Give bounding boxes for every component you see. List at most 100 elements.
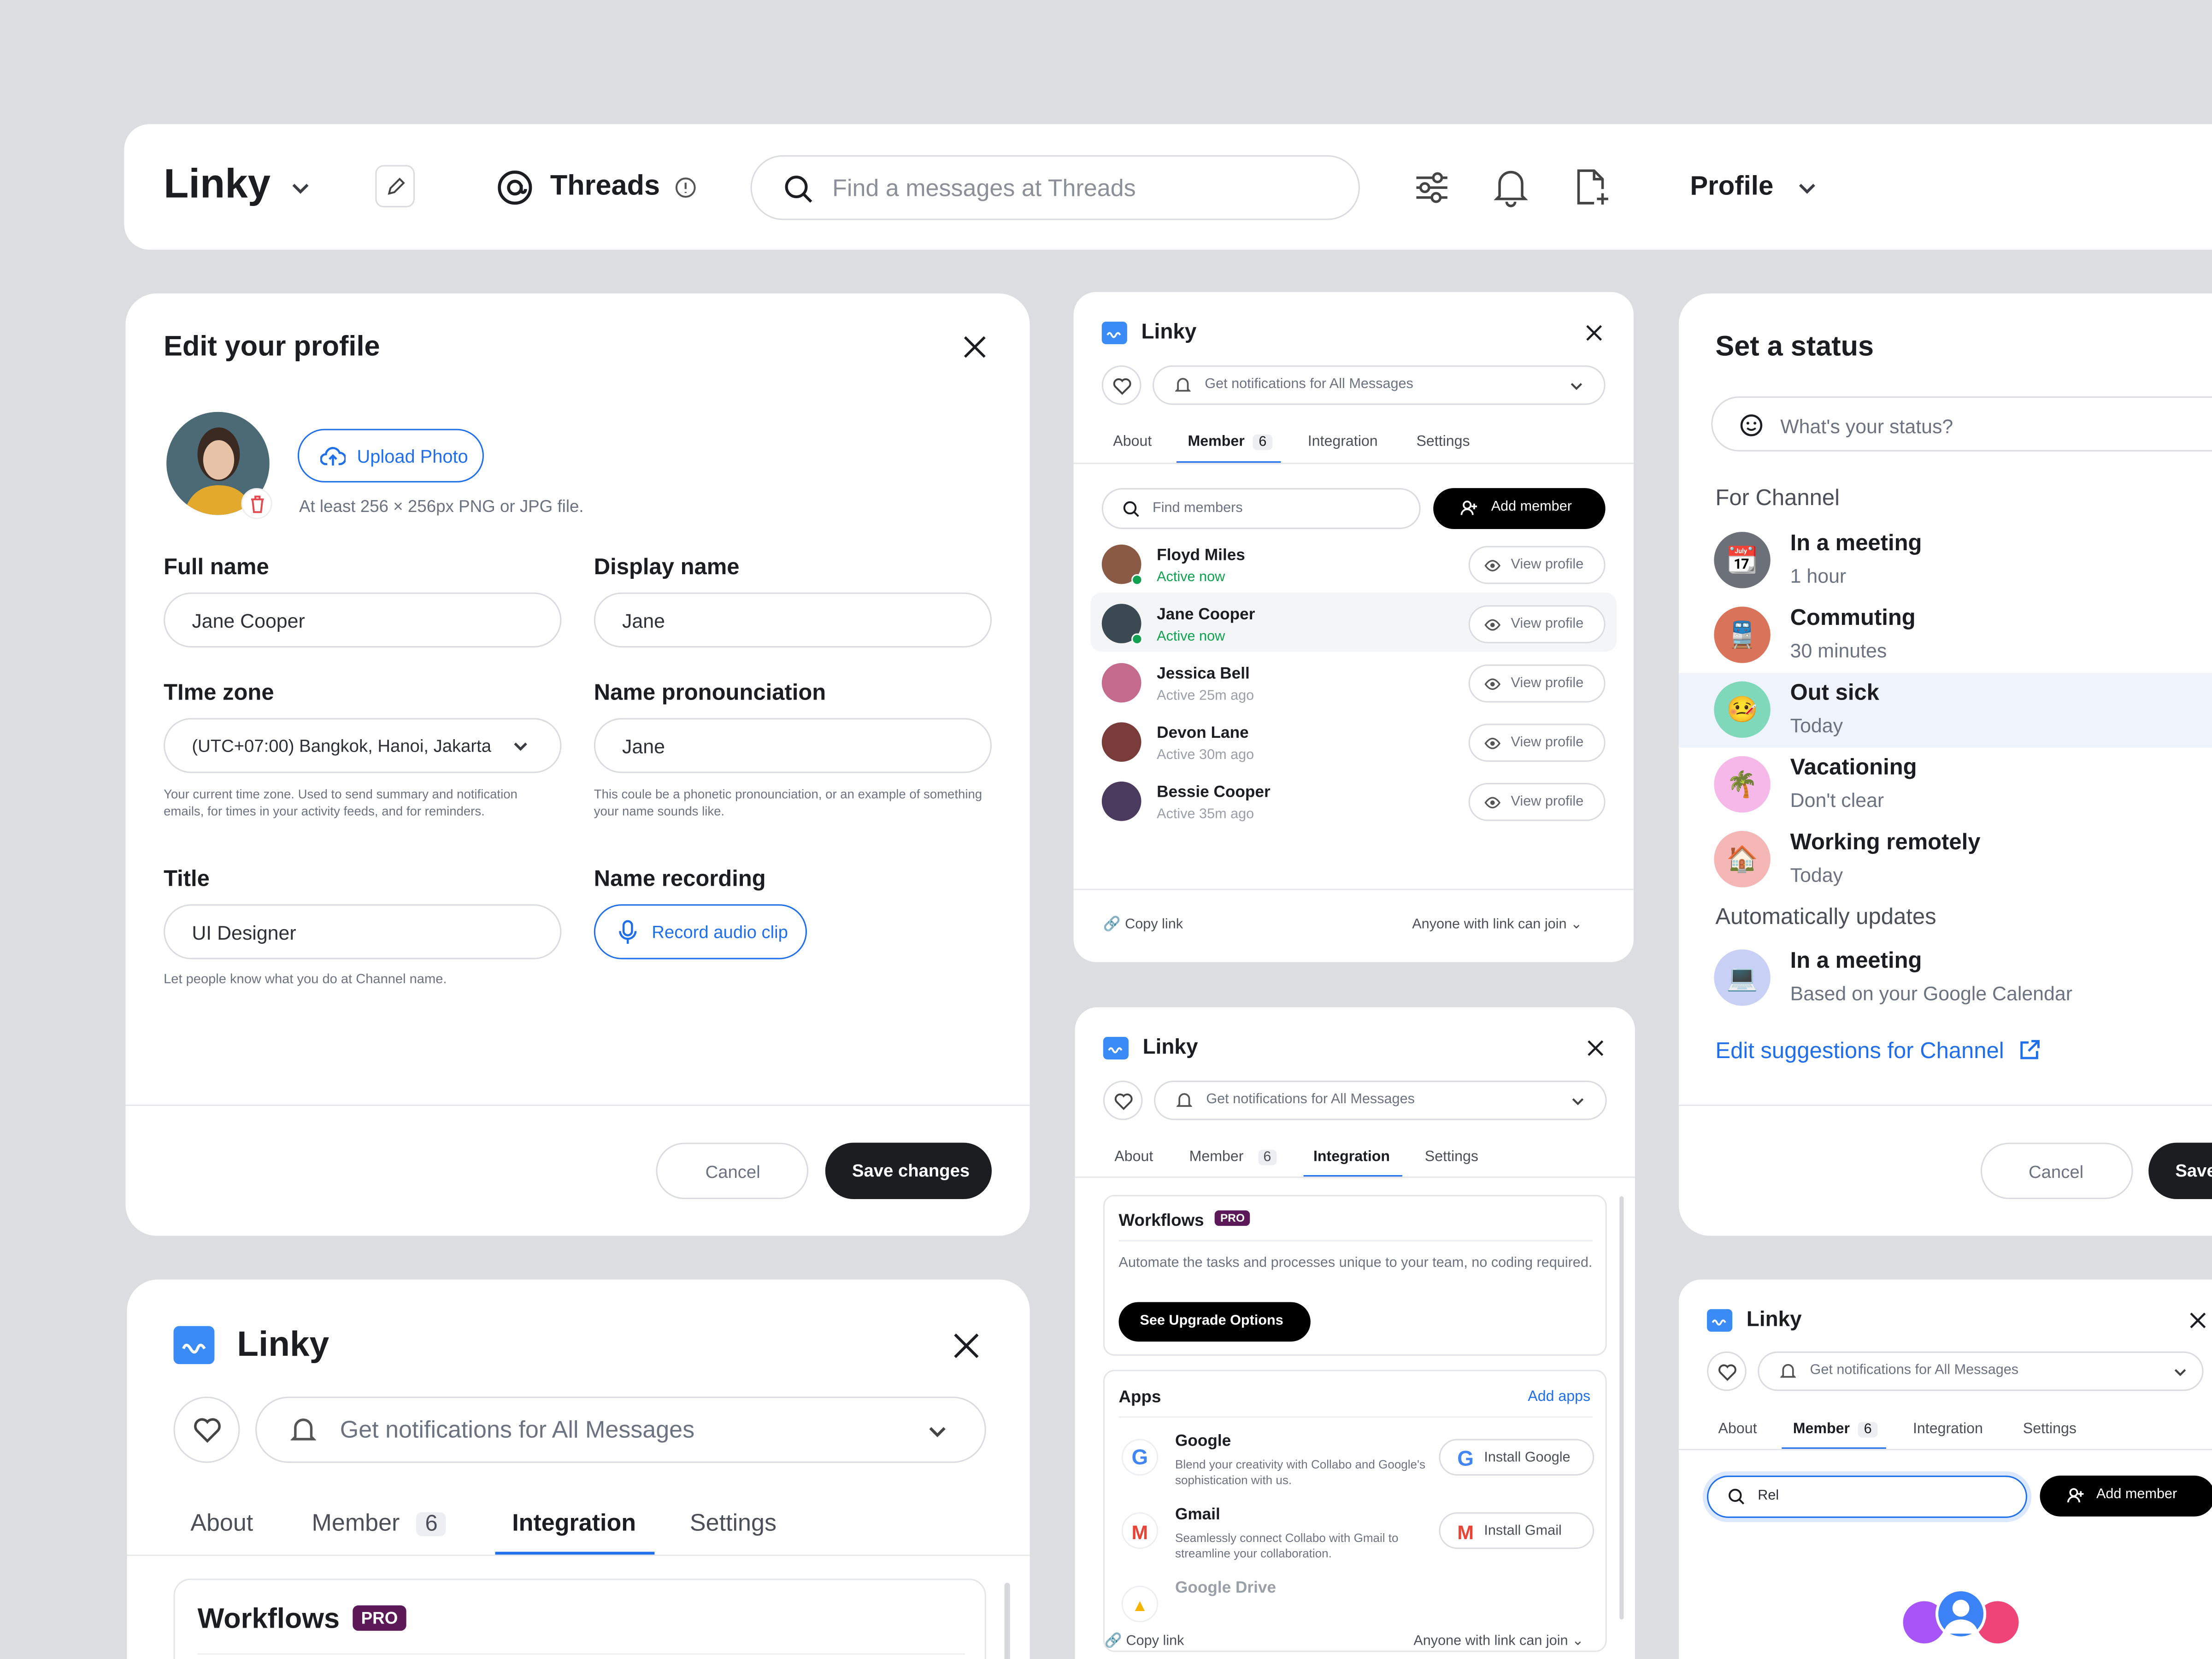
- favorite-button[interactable]: [173, 1396, 240, 1463]
- add-apps-link[interactable]: Add apps: [1528, 1388, 1590, 1405]
- view-profile-button[interactable]: View profile: [1468, 782, 1606, 821]
- tab-member[interactable]: Member 6: [312, 1509, 447, 1537]
- install-app-button[interactable]: Install Gmail M: [1439, 1512, 1594, 1549]
- favorite-button[interactable]: [1101, 365, 1141, 405]
- member-status: Active 30m ago: [1157, 747, 1254, 764]
- favorite-button[interactable]: [1707, 1351, 1747, 1391]
- close-icon[interactable]: [2189, 1312, 2206, 1329]
- add-user-icon: [2067, 1487, 2085, 1504]
- cancel-button[interactable]: Cancel: [656, 1142, 809, 1200]
- tab-integration[interactable]: Integration: [1308, 433, 1378, 450]
- close-icon[interactable]: [1587, 1040, 1604, 1057]
- view-profile-label: View profile: [1511, 557, 1584, 573]
- info-icon[interactable]: [674, 176, 697, 199]
- status-input[interactable]: What's your status?: [1711, 396, 2212, 452]
- tab-integration[interactable]: Integration: [1913, 1421, 1983, 1438]
- member-status: Active 35m ago: [1157, 807, 1254, 823]
- tab-about[interactable]: About: [190, 1509, 253, 1537]
- member-row[interactable]: Jessica Bell Active 25m ago View profile: [1090, 652, 1617, 711]
- auto-status-name[interactable]: In a meeting: [1790, 949, 1922, 975]
- chevron-down-icon[interactable]: [1797, 178, 1817, 198]
- app-name[interactable]: Linky: [164, 162, 271, 209]
- add-member-button[interactable]: Add member: [1433, 488, 1606, 529]
- status-option[interactable]: 📆 In a meeting 1 hour: [1679, 524, 2212, 598]
- member-row[interactable]: Devon Lane Active 30m ago View profile: [1090, 711, 1617, 771]
- status-option[interactable]: 🌴 Vacationing Don't clear: [1679, 747, 2212, 822]
- save-button[interactable]: Save: [2148, 1142, 2212, 1200]
- pronunciation-field[interactable]: Jane: [594, 718, 992, 773]
- status-duration: 1 hour: [1790, 564, 1847, 587]
- scrollbar[interactable]: [1619, 1196, 1624, 1620]
- view-profile-button[interactable]: View profile: [1468, 605, 1606, 643]
- microphone-icon: [618, 920, 638, 945]
- install-app-button[interactable]: Install Google G: [1439, 1439, 1594, 1476]
- chevron-down-icon: [1570, 379, 1583, 392]
- member-row[interactable]: Jane Cooper Active now View profile: [1090, 592, 1617, 652]
- upgrade-button[interactable]: See Upgrade Options: [1118, 1302, 1311, 1342]
- tabs-divider: [1678, 1448, 2212, 1450]
- view-profile-button[interactable]: View profile: [1468, 546, 1606, 584]
- tab-about[interactable]: About: [1113, 433, 1152, 450]
- status-option[interactable]: 🚆 Commuting 30 minutes: [1679, 598, 2212, 673]
- close-icon[interactable]: [953, 1333, 979, 1359]
- chevron-down-icon[interactable]: [291, 178, 311, 198]
- close-icon[interactable]: [1586, 324, 1603, 341]
- delete-photo-button[interactable]: [241, 488, 272, 519]
- timezone-select[interactable]: (UTC+07:00) Bangkok, Hanoi, Jakarta: [164, 718, 562, 773]
- trash-icon: [250, 495, 265, 513]
- save-changes-button[interactable]: Save changes: [825, 1142, 992, 1200]
- new-file-icon[interactable]: [1574, 168, 1611, 207]
- join-setting-select[interactable]: Anyone with link can join ⌄: [1413, 1634, 1583, 1649]
- filter-icon[interactable]: [1413, 169, 1450, 206]
- notifications-select[interactable]: Get notifications for All Messages: [1154, 1080, 1607, 1120]
- tab-settings[interactable]: Settings: [690, 1509, 777, 1537]
- tab-integration[interactable]: Integration: [512, 1509, 636, 1537]
- scrollbar[interactable]: [1004, 1583, 1010, 1659]
- edit-button[interactable]: [375, 165, 415, 207]
- eye-icon: [1484, 796, 1501, 810]
- edit-suggestions-link[interactable]: Edit suggestions for Channel: [1715, 1038, 2041, 1065]
- member-row[interactable]: Bessie Cooper Active 35m ago View profil…: [1090, 770, 1617, 830]
- view-profile-button[interactable]: View profile: [1468, 724, 1606, 762]
- tabs-divider: [127, 1554, 1030, 1556]
- notifications-select[interactable]: Get notifications for All Messages: [1758, 1351, 2204, 1391]
- copy-link-button[interactable]: 🔗 Copy link: [1105, 1634, 1184, 1649]
- status-option[interactable]: 🏠 Working remotely Today: [1679, 823, 2212, 897]
- record-audio-button[interactable]: Record audio clip: [594, 904, 807, 959]
- full-name-field[interactable]: Jane Cooper: [164, 592, 562, 648]
- notifications-select[interactable]: Get notifications for All Messages: [255, 1396, 986, 1463]
- find-members-input[interactable]: Find members: [1101, 488, 1421, 529]
- status-option[interactable]: 🤒 Out sick Today: [1678, 673, 2212, 748]
- tab-settings[interactable]: Settings: [1425, 1148, 1478, 1165]
- eye-icon: [1484, 559, 1501, 573]
- status-name: Vacationing: [1790, 756, 1917, 780]
- add-member-button[interactable]: Add member: [2040, 1476, 2212, 1517]
- avatar: [1101, 722, 1141, 762]
- tab-member[interactable]: Member 6: [1188, 433, 1272, 450]
- notifications-select[interactable]: Get notifications for All Messages: [1153, 365, 1606, 405]
- display-name-field[interactable]: Jane: [594, 592, 992, 648]
- copy-link-button[interactable]: 🔗 Copy link: [1103, 917, 1183, 933]
- tab-member[interactable]: Member 6: [1793, 1421, 1877, 1438]
- tab-member[interactable]: Member 6: [1189, 1148, 1277, 1165]
- profile-menu[interactable]: Profile: [1690, 172, 1773, 203]
- tab-about[interactable]: About: [1114, 1148, 1153, 1165]
- bell-icon[interactable]: [1494, 168, 1528, 207]
- upload-photo-button[interactable]: Upload Photo: [297, 429, 484, 482]
- search-icon: [783, 174, 814, 205]
- favorite-button[interactable]: [1103, 1080, 1143, 1120]
- close-icon[interactable]: [964, 336, 986, 359]
- tab-integration[interactable]: Integration: [1313, 1148, 1390, 1165]
- timezone-hint: Your current time zone. Used to send sum…: [164, 787, 518, 818]
- channel-name[interactable]: Threads: [550, 171, 660, 203]
- tab-about[interactable]: About: [1718, 1421, 1757, 1438]
- title-field[interactable]: UI Designer: [164, 904, 562, 959]
- view-profile-button[interactable]: View profile: [1468, 664, 1606, 703]
- search-input[interactable]: Find a messages at Threads: [750, 155, 1360, 220]
- tab-settings[interactable]: Settings: [2023, 1421, 2077, 1438]
- join-setting-select[interactable]: Anyone with link can join ⌄: [1412, 917, 1582, 933]
- member-row[interactable]: Floyd Miles Active now View profile: [1090, 533, 1617, 593]
- tab-settings[interactable]: Settings: [1416, 433, 1470, 450]
- member-search-input[interactable]: Rel: [1707, 1476, 2027, 1518]
- cancel-button[interactable]: Cancel: [1980, 1142, 2133, 1200]
